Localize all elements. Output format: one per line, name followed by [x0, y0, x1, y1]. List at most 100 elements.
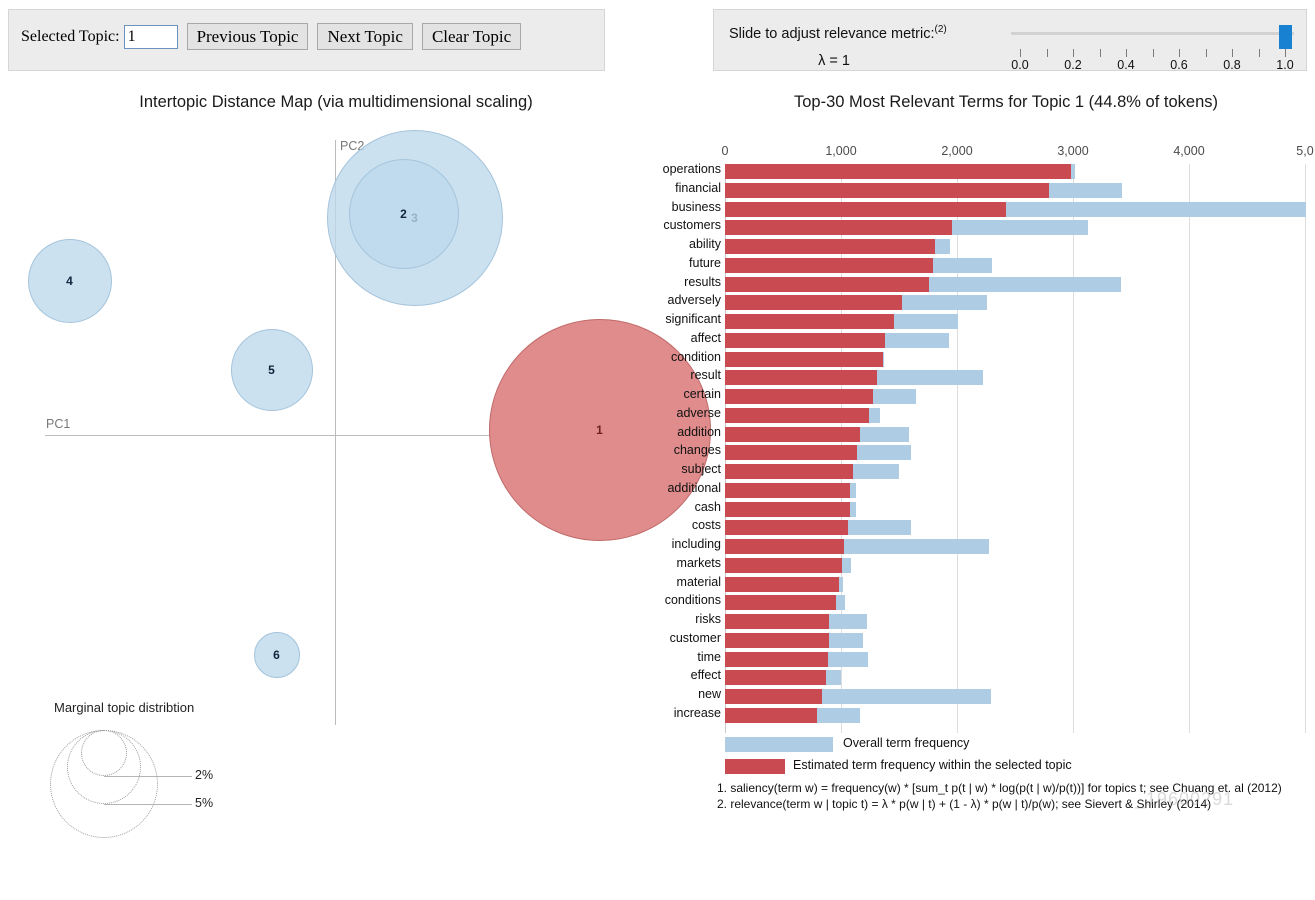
- topic-control-panel: Selected Topic: Previous Topic Next Topi…: [8, 9, 605, 71]
- relevance-metric-caption-text: Slide to adjust relevance metric:: [729, 25, 935, 42]
- term-label[interactable]: increase: [674, 706, 721, 720]
- term-label[interactable]: financial: [675, 181, 721, 195]
- lambda-tick-1: [1046, 49, 1048, 57]
- bar-row[interactable]: material: [677, 575, 1305, 592]
- selected-topic-input[interactable]: [123, 24, 178, 49]
- legend-label-overall: Overall term frequency: [843, 736, 970, 750]
- term-label[interactable]: conditions: [665, 593, 721, 607]
- bar-topic-frequency: [725, 464, 853, 479]
- bar-row[interactable]: increase: [674, 706, 1305, 723]
- term-label[interactable]: additional: [667, 481, 721, 495]
- term-label[interactable]: changes: [674, 443, 721, 457]
- term-label[interactable]: risks: [695, 612, 721, 626]
- marginal-size-circle-small: [81, 730, 127, 776]
- topic-circle-2[interactable]: 2: [349, 159, 459, 269]
- lambda-tick-7: [1205, 49, 1207, 57]
- topic-circle-6[interactable]: 6: [254, 632, 300, 678]
- bar-row[interactable]: costs: [692, 518, 1305, 536]
- lambda-tick-label-0.2: 0.2: [1064, 58, 1082, 72]
- bar-row[interactable]: business: [672, 200, 1307, 217]
- previous-topic-button[interactable]: Previous Topic: [186, 23, 309, 50]
- bar-row[interactable]: including: [672, 537, 1305, 554]
- bar-topic-frequency: [725, 445, 858, 461]
- term-label[interactable]: time: [697, 650, 721, 664]
- bar-row[interactable]: customer: [670, 631, 1305, 648]
- lambda-tick-label-0.4: 0.4: [1117, 58, 1135, 72]
- term-label[interactable]: cash: [695, 500, 721, 514]
- bar-row[interactable]: markets: [677, 556, 1305, 573]
- term-label[interactable]: new: [698, 687, 721, 701]
- term-label[interactable]: operations: [663, 162, 721, 176]
- term-label[interactable]: condition: [671, 350, 721, 364]
- bar-row[interactable]: operations: [663, 162, 1305, 179]
- bar-row[interactable]: addition: [677, 425, 1305, 442]
- bar-row[interactable]: effect: [691, 668, 1305, 686]
- bar-row[interactable]: subject: [681, 462, 1305, 479]
- bar-row[interactable]: additional: [667, 481, 1305, 498]
- bar-row[interactable]: future: [689, 256, 1305, 273]
- intertopic-map-plot[interactable]: PC1 PC2 132456: [0, 80, 711, 725]
- term-label[interactable]: results: [684, 275, 721, 289]
- term-label[interactable]: effect: [691, 668, 721, 682]
- lambda-tick-label-1.0: 1.0: [1276, 58, 1294, 72]
- lambda-slider[interactable]: 0.0 0.2 0.4 0.6 0.8 1.0: [1011, 22, 1294, 72]
- next-topic-button[interactable]: Next Topic: [317, 23, 413, 50]
- clear-topic-button[interactable]: Clear Topic: [421, 23, 522, 50]
- relevant-terms-panel: Top-30 Most Relevant Terms for Topic 1 (…: [663, 80, 1315, 822]
- bar-row[interactable]: conditions: [665, 593, 1305, 611]
- bar-row[interactable]: ability: [689, 237, 1305, 254]
- bar-topic-frequency: [725, 482, 851, 498]
- term-label[interactable]: material: [677, 575, 721, 589]
- xtick-label-0: 0: [721, 144, 729, 158]
- term-label[interactable]: addition: [677, 425, 721, 439]
- bar-row[interactable]: adversely: [668, 293, 1305, 311]
- relevant-terms-title: Top-30 Most Relevant Terms for Topic 1 (…: [793, 93, 1218, 111]
- term-label[interactable]: ability: [689, 237, 721, 251]
- topic-circle-5[interactable]: 5: [231, 329, 313, 411]
- term-label[interactable]: including: [672, 537, 721, 551]
- bar-row[interactable]: cash: [695, 500, 1305, 517]
- bar-row[interactable]: certain: [683, 387, 1305, 404]
- bar-row[interactable]: affect: [691, 331, 1305, 348]
- xtick-label-4000: 4,000: [1173, 144, 1205, 158]
- topic-circle-label-6: 6: [273, 648, 281, 662]
- bar-row[interactable]: new: [698, 687, 1305, 704]
- legend-label-topic: Estimated term frequency within the sele…: [793, 758, 1072, 772]
- legend-swatch-overall: [725, 737, 833, 752]
- lambda-tick-2: [1073, 49, 1074, 57]
- marginal-topic-distribution-title: Marginal topic distribtion: [54, 700, 195, 715]
- term-label[interactable]: affect: [691, 331, 721, 345]
- relevance-metric-caption: Slide to adjust relevance metric:(2): [729, 24, 999, 42]
- bar-row[interactable]: time: [697, 650, 1305, 667]
- term-label[interactable]: certain: [683, 387, 721, 401]
- term-label[interactable]: markets: [677, 556, 721, 570]
- marginal-leader-line-5pct: [104, 804, 192, 805]
- lambda-slider-track[interactable]: [1011, 32, 1294, 35]
- lambda-slider-handle[interactable]: [1279, 25, 1292, 49]
- bar-row[interactable]: results: [684, 275, 1305, 292]
- bar-row[interactable]: customers: [663, 218, 1305, 236]
- term-label[interactable]: business: [672, 200, 721, 214]
- lambda-tick-0: [1020, 49, 1021, 57]
- term-label[interactable]: costs: [692, 518, 721, 532]
- bar-topic-frequency: [725, 164, 1071, 179]
- term-label[interactable]: customers: [663, 218, 721, 232]
- term-label[interactable]: future: [689, 256, 721, 270]
- bar-row[interactable]: significant: [665, 312, 1305, 329]
- bar-row[interactable]: result: [690, 368, 1305, 386]
- bar-row[interactable]: condition: [671, 350, 1305, 367]
- term-label[interactable]: adverse: [677, 406, 721, 420]
- topic-circle-4[interactable]: 4: [28, 239, 112, 323]
- bar-topic-frequency: [725, 520, 848, 536]
- bar-row[interactable]: adverse: [677, 406, 1305, 423]
- term-label[interactable]: adversely: [668, 293, 722, 307]
- term-label[interactable]: customer: [670, 631, 721, 645]
- bar-row[interactable]: financial: [675, 181, 1305, 198]
- bar-row[interactable]: risks: [695, 612, 1305, 629]
- bar-row[interactable]: changes: [674, 443, 1305, 461]
- footnote-relevance: 2. relevance(term w | topic t) = λ * p(w…: [717, 797, 1212, 811]
- term-label[interactable]: result: [690, 368, 721, 382]
- term-label[interactable]: subject: [681, 462, 721, 476]
- xtick-label-3000: 3,000: [1057, 144, 1089, 158]
- term-label[interactable]: significant: [665, 312, 721, 326]
